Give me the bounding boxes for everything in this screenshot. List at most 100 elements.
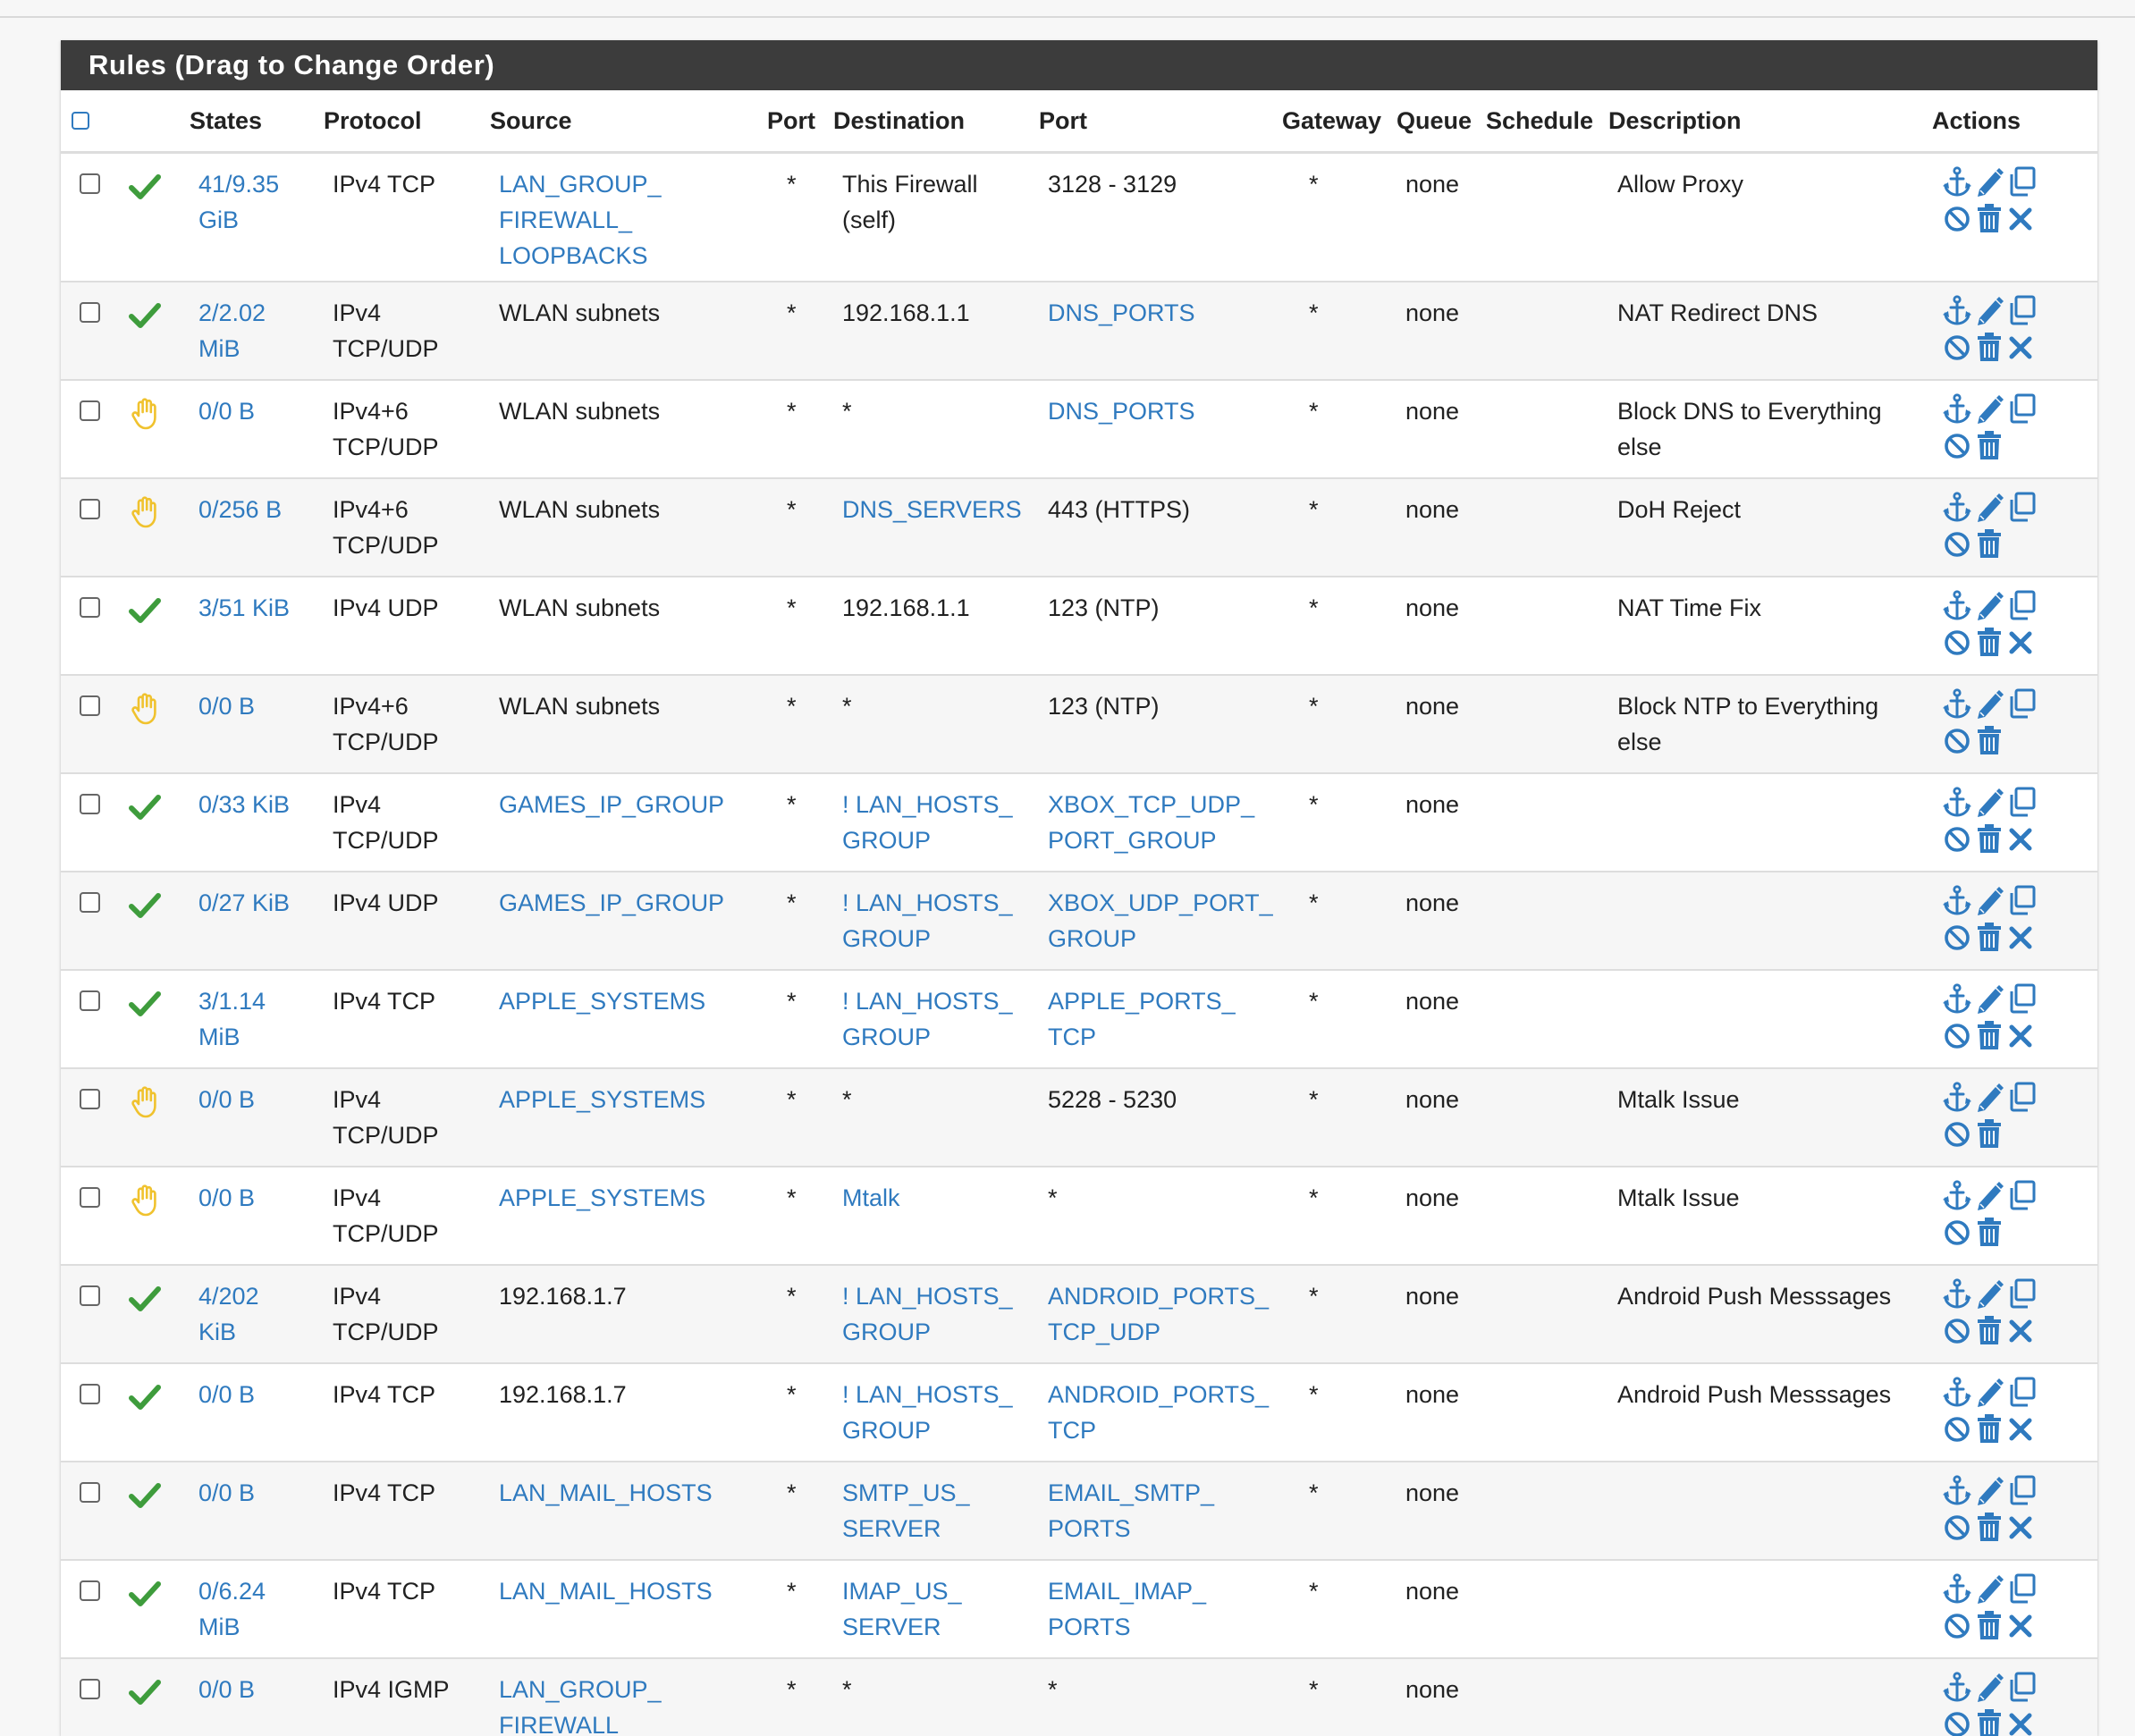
destination-text[interactable]: GROUP bbox=[842, 822, 1039, 858]
anchor-icon[interactable] bbox=[1943, 392, 1975, 429]
hand-icon[interactable] bbox=[121, 1082, 190, 1129]
copy-icon[interactable] bbox=[2007, 983, 2039, 1019]
states-text[interactable]: 41/9.35 bbox=[198, 166, 324, 202]
dest-port-text[interactable]: ANDROID_PORTS_ bbox=[1048, 1278, 1282, 1314]
states-text[interactable]: 4/202 bbox=[198, 1278, 324, 1314]
col-schedule[interactable]: Schedule bbox=[1486, 90, 1608, 154]
table-row[interactable]: 41/9.35 GiB IPv4 TCP LAN_GROUP_ FIREWALL_ LOO… bbox=[61, 151, 2097, 282]
copy-icon[interactable] bbox=[2007, 1082, 2039, 1117]
check-icon[interactable] bbox=[121, 983, 190, 1031]
ban-icon[interactable] bbox=[1943, 1707, 1975, 1736]
table-row[interactable]: 0/0 B IPv4 TCP/UDP APPLE_SYSTEMS * * 5228 - 52… bbox=[61, 1066, 2097, 1167]
dest-port-text[interactable]: PORT_GROUP bbox=[1048, 822, 1282, 858]
row-select-checkbox[interactable] bbox=[80, 1186, 100, 1208]
ban-icon[interactable] bbox=[1943, 1314, 1975, 1350]
anchor-icon[interactable] bbox=[1943, 1474, 1975, 1511]
copy-icon[interactable] bbox=[2007, 393, 2039, 429]
source-text[interactable]: GAMES_IP_GROUP bbox=[499, 787, 767, 822]
table-row[interactable]: 0/0 B IPv4 TCP 192.168.1.7 * ! LAN_HOSTS_ GRO… bbox=[61, 1361, 2097, 1462]
close-icon[interactable] bbox=[2007, 921, 2039, 956]
dest-port-text[interactable]: XBOX_UDP_PORT_ bbox=[1048, 885, 1282, 921]
check-icon[interactable] bbox=[121, 1475, 190, 1522]
anchor-icon[interactable] bbox=[1943, 1376, 1975, 1412]
select-all-checkbox[interactable] bbox=[72, 112, 89, 130]
col-states[interactable]: States bbox=[190, 90, 324, 154]
hand-icon[interactable] bbox=[121, 688, 190, 736]
dest-port-text[interactable]: EMAIL_IMAP_ bbox=[1048, 1573, 1282, 1609]
pencil-icon[interactable] bbox=[1975, 1377, 2007, 1412]
source-text[interactable]: LAN_GROUP_ bbox=[499, 166, 767, 202]
dest-port-text[interactable]: TCP bbox=[1048, 1412, 1282, 1448]
destination-text[interactable]: GROUP bbox=[842, 1412, 1039, 1448]
anchor-icon[interactable] bbox=[1943, 294, 1975, 331]
row-select-checkbox[interactable] bbox=[80, 1580, 100, 1601]
row-select-checkbox[interactable] bbox=[80, 400, 100, 421]
trash-icon[interactable] bbox=[1975, 921, 2007, 956]
close-icon[interactable] bbox=[2007, 1412, 2039, 1448]
anchor-icon[interactable] bbox=[1943, 982, 1975, 1019]
states-text[interactable]: 0/27 KiB bbox=[198, 885, 324, 921]
table-row[interactable]: 2/2.02 MiB IPv4 TCP/UDP WLAN subnets * 192.168… bbox=[61, 280, 2097, 380]
table-row[interactable]: 0/256 B IPv4+6 TCP/UDP WLAN subnets * DNS_SER… bbox=[61, 476, 2097, 577]
trash-icon[interactable] bbox=[1975, 626, 2007, 662]
states-text[interactable]: GiB bbox=[198, 202, 324, 238]
destination-text[interactable]: ! LAN_HOSTS_ bbox=[842, 787, 1039, 822]
check-icon[interactable] bbox=[121, 885, 190, 932]
pencil-icon[interactable] bbox=[1975, 1278, 2007, 1314]
ban-icon[interactable] bbox=[1943, 822, 1975, 858]
pencil-icon[interactable] bbox=[1975, 688, 2007, 724]
states-text[interactable]: MiB bbox=[198, 1609, 324, 1645]
hand-icon[interactable] bbox=[121, 1180, 190, 1227]
source-text[interactable]: LAN_MAIL_HOSTS bbox=[499, 1475, 767, 1511]
check-icon[interactable] bbox=[121, 295, 190, 342]
anchor-icon[interactable] bbox=[1943, 1572, 1975, 1609]
trash-icon[interactable] bbox=[1975, 822, 2007, 858]
copy-icon[interactable] bbox=[2007, 787, 2039, 822]
col-gateway[interactable]: Gateway bbox=[1282, 90, 1397, 154]
anchor-icon[interactable] bbox=[1943, 166, 1975, 202]
table-row[interactable]: 0/33 KiB IPv4 TCP/UDP GAMES_IP_GROUP * ! LAN_… bbox=[61, 771, 2097, 872]
row-select-checkbox[interactable] bbox=[80, 1285, 100, 1306]
source-text[interactable]: LOOPBACKS bbox=[499, 238, 767, 274]
copy-icon[interactable] bbox=[2007, 166, 2039, 202]
anchor-icon[interactable] bbox=[1943, 884, 1975, 921]
states-text[interactable]: 0/33 KiB bbox=[198, 787, 324, 822]
pencil-icon[interactable] bbox=[1975, 492, 2007, 527]
ban-icon[interactable] bbox=[1943, 626, 1975, 662]
pencil-icon[interactable] bbox=[1975, 1573, 2007, 1609]
destination-text[interactable]: SMTP_US_ bbox=[842, 1475, 1039, 1511]
trash-icon[interactable] bbox=[1975, 1511, 2007, 1546]
dest-port-text[interactable]: DNS_PORTS bbox=[1048, 393, 1282, 429]
dest-port-text[interactable]: ANDROID_PORTS_ bbox=[1048, 1377, 1282, 1412]
states-text[interactable]: 0/0 B bbox=[198, 688, 324, 724]
hand-icon[interactable] bbox=[121, 492, 190, 539]
source-text[interactable]: FIREWALL_ bbox=[499, 1707, 767, 1736]
copy-icon[interactable] bbox=[2007, 1475, 2039, 1511]
table-row[interactable]: 0/27 KiB IPv4 UDP GAMES_IP_GROUP * ! LAN_HOS… bbox=[61, 870, 2097, 970]
ban-icon[interactable] bbox=[1943, 1117, 1975, 1153]
trash-icon[interactable] bbox=[1975, 1117, 2007, 1153]
states-text[interactable]: 0/0 B bbox=[198, 1672, 324, 1707]
pencil-icon[interactable] bbox=[1975, 787, 2007, 822]
source-text[interactable]: APPLE_SYSTEMS bbox=[499, 1082, 767, 1117]
copy-icon[interactable] bbox=[2007, 590, 2039, 626]
states-text[interactable]: 0/256 B bbox=[198, 492, 324, 527]
states-text[interactable]: 0/0 B bbox=[198, 393, 324, 429]
trash-icon[interactable] bbox=[1975, 1609, 2007, 1645]
pencil-icon[interactable] bbox=[1975, 1180, 2007, 1216]
destination-text[interactable]: GROUP bbox=[842, 921, 1039, 956]
row-select-checkbox[interactable] bbox=[80, 1088, 100, 1109]
row-select-checkbox[interactable] bbox=[80, 793, 100, 814]
states-text[interactable]: 3/1.14 bbox=[198, 983, 324, 1019]
pencil-icon[interactable] bbox=[1975, 1672, 2007, 1707]
dest-port-text[interactable]: TCP bbox=[1048, 1019, 1282, 1055]
pencil-icon[interactable] bbox=[1975, 393, 2007, 429]
anchor-icon[interactable] bbox=[1943, 1081, 1975, 1117]
pencil-icon[interactable] bbox=[1975, 1475, 2007, 1511]
ban-icon[interactable] bbox=[1943, 429, 1975, 465]
trash-icon[interactable] bbox=[1975, 1216, 2007, 1251]
pencil-icon[interactable] bbox=[1975, 295, 2007, 331]
anchor-icon[interactable] bbox=[1943, 687, 1975, 724]
anchor-icon[interactable] bbox=[1943, 491, 1975, 527]
close-icon[interactable] bbox=[2007, 822, 2039, 858]
